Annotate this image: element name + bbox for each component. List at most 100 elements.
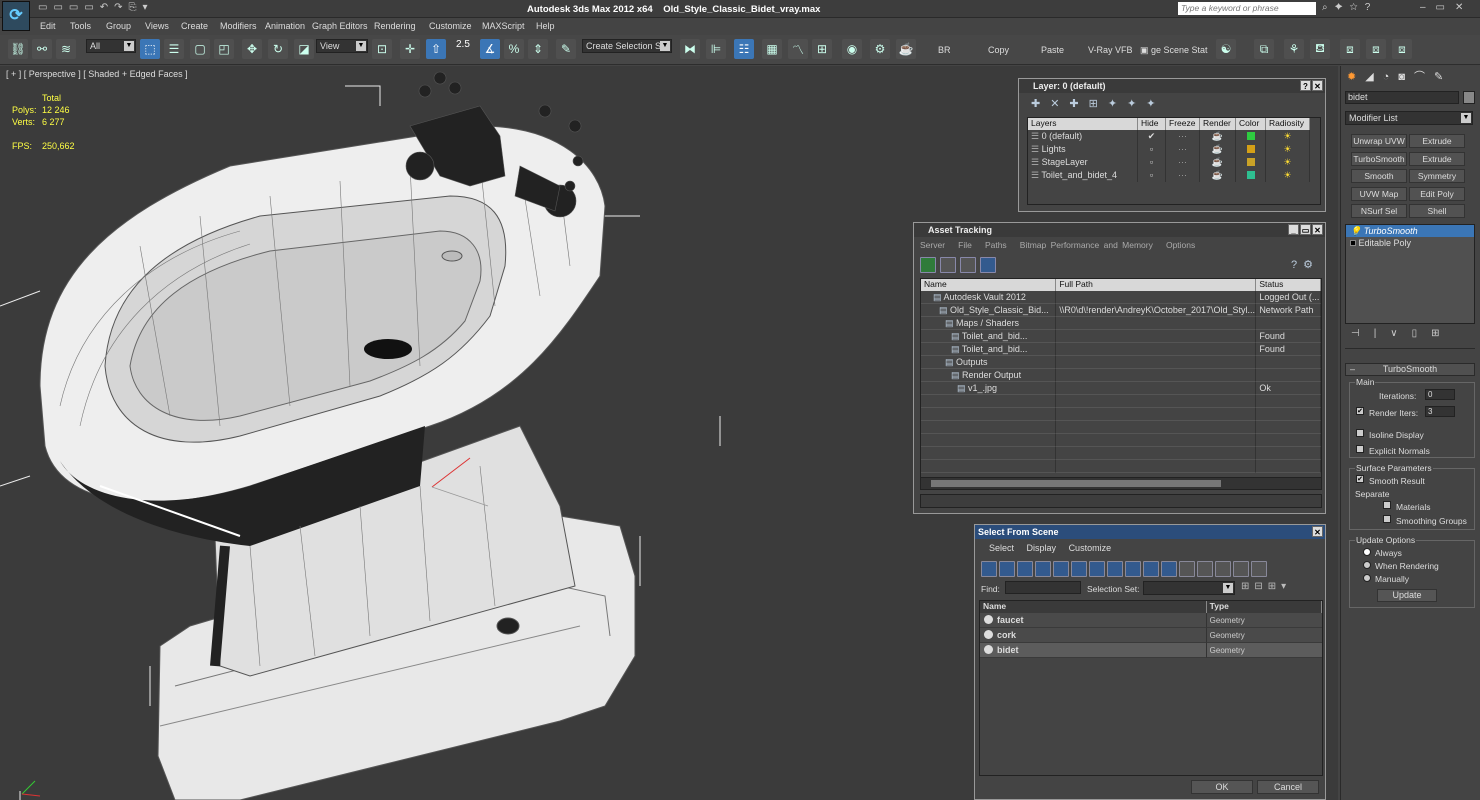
window-crossing-icon[interactable]: ◰ [214, 39, 234, 59]
container-icon[interactable]: ⧉ [1254, 39, 1274, 59]
radiosity-icon[interactable]: ☀ [1266, 143, 1310, 156]
col-hide[interactable]: Hide [1138, 118, 1166, 130]
viewport-label[interactable]: [ + ] [ Perspective ] [ Shaded + Edged F… [6, 69, 188, 79]
render-toggle[interactable]: ☕ [1200, 169, 1236, 182]
object-row[interactable]: bidet Geometry [980, 643, 1322, 658]
select-menu-display[interactable]: Display [1027, 543, 1057, 553]
asset-row[interactable]: ▤ Autodesk Vault 2012 Logged Out (... [921, 291, 1321, 304]
layer-row[interactable]: ☰ StageLayer ▫ ⋯ ☕ ☀ [1028, 156, 1320, 169]
asset-row[interactable]: ▤ Old_Style_Classic_Bid... \\R0\d\!render… [921, 304, 1321, 317]
modifier-set-button[interactable]: Symmetry [1409, 169, 1465, 183]
menu-modifiers[interactable]: Modifiers [220, 21, 257, 31]
asset-menu-paths[interactable]: Paths [985, 240, 1007, 250]
modifier-set-button[interactable]: Unwrap UVW [1351, 134, 1407, 148]
search-input[interactable]: Type a keyword or phrase [1178, 2, 1316, 15]
layer-window-title[interactable]: Layer: 0 (default) ? ✕ [1019, 79, 1325, 93]
filter-type-icon[interactable] [1035, 561, 1051, 577]
ok-button[interactable]: OK [1191, 780, 1253, 794]
explicit-normals-checkbox[interactable] [1356, 445, 1364, 453]
when-rendering-radio[interactable] [1363, 561, 1371, 569]
object-row[interactable]: faucet Geometry [980, 613, 1322, 628]
teapot-icon[interactable]: ⛾ [1310, 39, 1330, 59]
layer-row[interactable]: ☰ 0 (default) ✔ ⋯ ☕ ☀ [1028, 130, 1320, 143]
close-icon[interactable]: ✕ [1312, 80, 1323, 91]
menu-views[interactable]: Views [145, 21, 169, 31]
layer-window[interactable]: Layer: 0 (default) ? ✕ ✚✕✚⊞✦✦✦ Layers Hid… [1018, 78, 1326, 212]
selection-set-dropdown[interactable]: ▼ [1143, 581, 1235, 595]
modifier-set-button[interactable]: Edit Poly [1409, 186, 1465, 201]
radiosity-icon[interactable]: ☀ [1266, 169, 1310, 182]
mirror-icon[interactable]: ⧓ [680, 39, 700, 59]
filter-type-icon[interactable] [1089, 561, 1105, 577]
col-layers[interactable]: Layers [1028, 118, 1138, 130]
hide-toggle[interactable]: ▫ [1138, 143, 1166, 156]
asset-window-title[interactable]: Asset Tracking _ ▭ ✕ [914, 223, 1325, 237]
frame-icon[interactable]: ⧈ [1340, 39, 1360, 59]
always-radio[interactable] [1363, 548, 1371, 556]
freeze-toggle[interactable]: ⋯ [1166, 130, 1200, 143]
asset-row[interactable]: ▤ Toilet_and_bid... Found [921, 330, 1321, 343]
rotate-icon[interactable]: ↻ [268, 39, 288, 59]
frame-green-icon[interactable]: ⧈ [1366, 39, 1386, 59]
smoothing-groups-checkbox[interactable] [1383, 515, 1391, 523]
menu-create[interactable]: Create [181, 21, 208, 31]
smooth-result-checkbox[interactable]: ✔ [1356, 475, 1364, 483]
asset-hscrollbar[interactable] [921, 477, 1321, 489]
asset-tracking-window[interactable]: Asset Tracking _ ▭ ✕ Server File Paths Bit… [913, 222, 1326, 514]
filter-type-icon[interactable] [1071, 561, 1087, 577]
select-manipulate-icon[interactable]: ✛ [400, 39, 420, 59]
unlink-icon[interactable]: ⚯ [32, 39, 52, 59]
asset-row[interactable]: ▤ Maps / Shaders [921, 317, 1321, 330]
align-icon[interactable]: ⊫ [706, 39, 726, 59]
schematic-view-icon[interactable]: ⊞ [812, 39, 832, 59]
iterations-spinner[interactable]: 0 [1425, 389, 1455, 400]
menu-graph-editors[interactable]: Graph Editors [312, 21, 368, 31]
materials-checkbox[interactable] [1383, 501, 1391, 509]
col-render[interactable]: Render [1200, 118, 1236, 130]
select-window-title[interactable]: Select From Scene ✕ [975, 525, 1325, 539]
freeze-toggle[interactable]: ⋯ [1166, 143, 1200, 156]
angle-snap-icon[interactable]: ∡ [480, 39, 500, 59]
table-view-icon[interactable] [980, 257, 996, 273]
help-tools[interactable]: ⌕✦☆? [1322, 2, 1377, 13]
scene-state-button[interactable]: ▣ ge Scene Stat [1140, 45, 1208, 56]
cancel-button[interactable]: Cancel [1257, 780, 1319, 794]
select-by-name-icon[interactable]: ☰ [164, 39, 184, 59]
freeze-toggle[interactable]: ⋯ [1166, 156, 1200, 169]
modifier-set-button[interactable]: UVW Map [1351, 186, 1407, 201]
hide-toggle[interactable]: ▫ [1138, 169, 1166, 182]
asset-help-icons[interactable]: ?⚙ [1291, 258, 1319, 271]
select-menu-select[interactable]: Select [989, 543, 1014, 553]
rect-region-icon[interactable]: ▢ [190, 39, 210, 59]
menu-help[interactable]: Help [536, 21, 555, 31]
render-toggle[interactable]: ☕ [1200, 130, 1236, 143]
hide-toggle[interactable]: ▫ [1138, 156, 1166, 169]
reference-coord-dropdown[interactable]: View ▼ [316, 39, 368, 53]
col-color[interactable]: Color [1236, 118, 1266, 130]
render-toggle[interactable]: ☕ [1200, 156, 1236, 169]
filter-type-icon[interactable] [1179, 561, 1195, 577]
layer-manager-icon[interactable]: ☷ [734, 39, 754, 59]
selset-tools[interactable]: ⊞⊟⊞▾ [1241, 581, 1291, 592]
menu-edit[interactable]: Edit [40, 21, 56, 31]
snap-toggle[interactable]: 2.5 [456, 39, 470, 50]
asset-menu-server[interactable]: Server [920, 240, 945, 250]
scale-icon[interactable]: ◪ [294, 39, 314, 59]
layer-row[interactable]: ☰ Toilet_and_bidet_4 ▫ ⋯ ☕ ☀ [1028, 169, 1320, 182]
bind-spacewarp-icon[interactable]: ≋ [56, 39, 76, 59]
object-row[interactable]: cork Geometry [980, 628, 1322, 643]
filter-type-icon[interactable] [1107, 561, 1123, 577]
panel-tabs[interactable]: ✹◢◔◙⌒✎ [1347, 68, 1452, 84]
select-object-icon[interactable]: ⬚ [140, 39, 160, 59]
named-selection-dropdown[interactable]: Create Selection Se ▼ [582, 39, 672, 53]
close-icon[interactable]: ✕ [1312, 526, 1323, 537]
menu-tools[interactable]: Tools [70, 21, 91, 31]
asset-menu-options[interactable]: Options [1166, 240, 1195, 250]
close-icon[interactable]: ✕ [1312, 224, 1323, 235]
hide-toggle[interactable]: ✔ [1138, 130, 1166, 143]
paste-button[interactable]: Paste [1041, 45, 1064, 55]
edit-named-sel-icon[interactable]: ✎ [556, 39, 576, 59]
list-view-icon[interactable] [940, 257, 956, 273]
col-radiosity[interactable]: Radiosity [1266, 118, 1310, 130]
select-from-scene-window[interactable]: Select From Scene ✕ Select Display Custo… [974, 524, 1326, 800]
